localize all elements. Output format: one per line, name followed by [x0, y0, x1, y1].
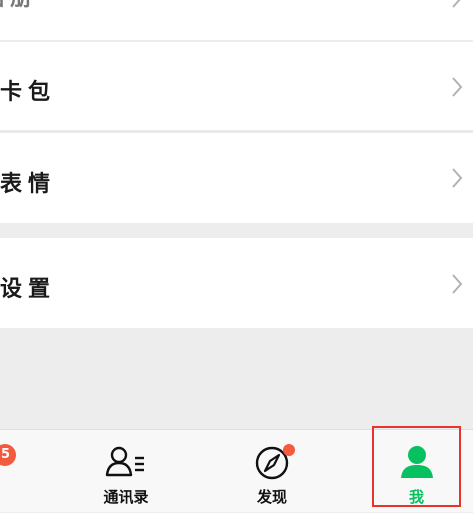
chevron-right-icon — [452, 274, 463, 294]
tab-label: 通讯录 — [103, 488, 149, 506]
tab-contacts[interactable]: 通讯录 — [80, 430, 172, 513]
notification-dot — [283, 444, 295, 456]
menu-item-settings[interactable]: 设置 — [0, 238, 473, 328]
unread-badge: 5 — [0, 444, 16, 466]
chevron-right-icon — [452, 168, 463, 188]
tab-chats[interactable]: 5 — [0, 430, 60, 513]
divider — [0, 131, 473, 132]
chevron-right-icon — [452, 0, 461, 8]
menu-item-label: 表情 — [0, 172, 57, 197]
tab-label: 发现 — [256, 488, 287, 506]
chevron-right-icon — [452, 77, 463, 97]
menu-item-stickers[interactable]: 表情 — [0, 133, 473, 223]
menu-item-label: 卡包 — [0, 80, 57, 105]
menu-item-cards[interactable]: 卡包 — [0, 42, 473, 130]
menu-item-label: 相册 — [0, 0, 38, 12]
tab-discover[interactable]: 发现 — [226, 430, 318, 513]
menu-item-album[interactable]: 相册 — [0, 0, 473, 40]
highlight-box — [372, 426, 461, 507]
contacts-icon — [105, 446, 144, 477]
menu-item-label: 设置 — [0, 277, 57, 302]
